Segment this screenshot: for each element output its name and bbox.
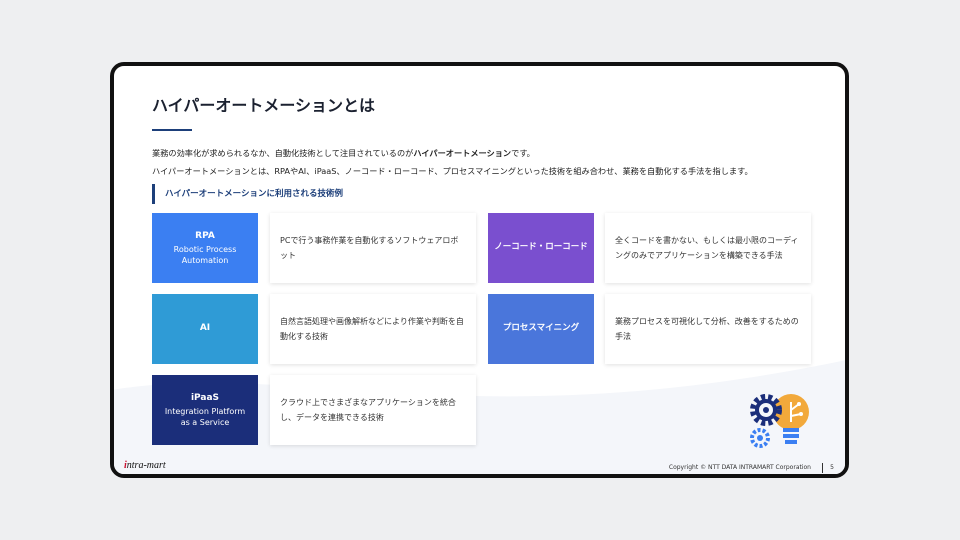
tech-sub: Integration Platform as a Service: [164, 406, 246, 427]
logo-text: ntra-mart: [126, 460, 166, 471]
tech-desc-text: 全くコードを書かない、もしくは最小限のコーディングのみでアプリケーションを構築で…: [615, 236, 799, 260]
slide-frame: ハイパーオートメーションとは 業務の効率化が求められるなか、自動化技術として注目…: [110, 62, 849, 478]
tech-tag-ipaas: iPaaS Integration Platform as a Service: [152, 375, 258, 445]
tech-desc-ipaas: クラウド上でさまざまなアプリケーションを統合し、データを連携できる技術: [270, 375, 476, 445]
tech-name: iPaaS: [190, 392, 220, 403]
tech-desc-text: 自然言語処理や画像解析などにより作業や判断を自動化する技術: [280, 317, 464, 341]
page-title: ハイパーオートメーションとは: [152, 96, 376, 115]
tech-desc-ai: 自然言語処理や画像解析などにより作業や判断を自動化する技術: [270, 294, 476, 364]
intro-line-1-c: です。: [511, 148, 535, 158]
tech-desc-text: PCで行う事務作業を自動化するソフトウェアロボット: [280, 236, 459, 260]
tech-tag-ai: AI: [152, 294, 258, 364]
page-separator: [822, 463, 823, 473]
tech-name: ノーコード・ローコード: [494, 241, 588, 252]
tech-name: プロセスマイニング: [502, 322, 580, 333]
intro-text: 業務の効率化が求められるなか、自動化技術として注目されているのがハイパーオートメ…: [152, 144, 753, 180]
intro-line-1: 業務の効率化が求められるなか、自動化技術として注目されているのがハイパーオートメ…: [152, 144, 753, 162]
title-underline: [152, 129, 192, 131]
intra-mart-logo: intra-mart: [124, 460, 166, 471]
tech-desc-nocode: 全くコードを書かない、もしくは最小限のコーディングのみでアプリケーションを構築で…: [605, 213, 811, 283]
tech-desc-text: 業務プロセスを可視化して分析、改善をするための手法: [615, 317, 799, 341]
tech-desc-process-mining: 業務プロセスを可視化して分析、改善をするための手法: [605, 294, 811, 364]
page-number: 5: [830, 464, 834, 471]
tech-name: RPA: [195, 230, 215, 241]
copyright-text: Copyright © NTT DATA INTRAMART Corporati…: [668, 464, 811, 471]
tech-tag-rpa: RPA Robotic Process Automation: [152, 213, 258, 283]
tech-desc-text: クラウド上でさまざまなアプリケーションを統合し、データを連携できる技術: [280, 398, 456, 422]
intro-line-2: ハイパーオートメーションとは、RPAやAI、iPaaS、ノーコード・ローコード、…: [152, 166, 753, 176]
intro-line-1-a: 業務の効率化が求められるなか、自動化技術として注目されているのが: [152, 148, 414, 158]
tech-tag-process-mining: プロセスマイニング: [488, 294, 594, 364]
tech-tag-nocode: ノーコード・ローコード: [488, 213, 594, 283]
section-subheading: ハイパーオートメーションに利用される技術例: [152, 184, 343, 204]
intro-line-1-bold: ハイパーオートメーション: [413, 148, 512, 158]
tech-name: AI: [199, 322, 211, 333]
tech-desc-rpa: PCで行う事務作業を自動化するソフトウェアロボット: [270, 213, 476, 283]
tech-sub: Robotic Process Automation: [173, 244, 237, 265]
gear-lightbulb-icon: [750, 394, 809, 448]
